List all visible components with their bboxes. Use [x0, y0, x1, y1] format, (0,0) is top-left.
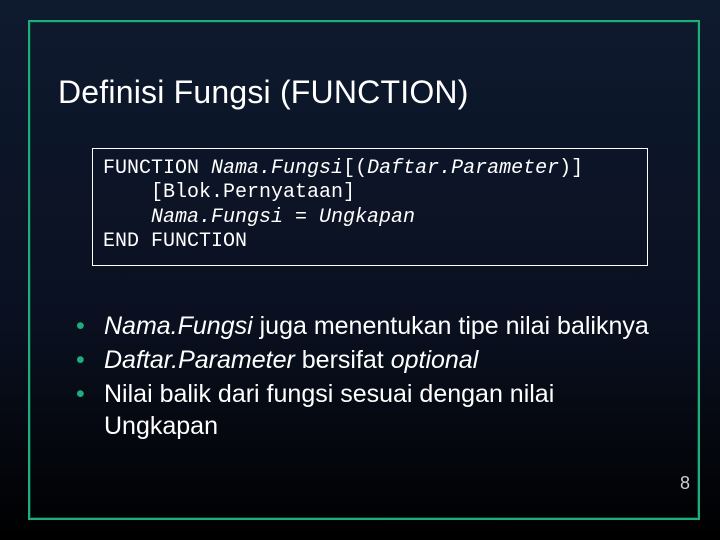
- syntax-box: FUNCTION Nama.Fungsi[(Daftar.Parameter)]…: [92, 148, 648, 266]
- bullet-3: Nilai balik dari fungsi sesuai dengan ni…: [74, 378, 660, 442]
- code-line2: [Blok.Pernyataan]: [103, 181, 355, 204]
- code-params-open: [(: [343, 157, 367, 180]
- bullet-3-text: Nilai balik dari fungsi sesuai dengan ni…: [104, 380, 554, 440]
- kw-function: FUNCTION: [103, 157, 211, 180]
- bullet-2-mid: bersifat: [295, 346, 391, 374]
- code-nama-fungsi: Nama.Fungsi: [211, 157, 343, 180]
- bullet-2-em2: optional: [391, 346, 479, 374]
- code-line3-nama: Nama.Fungsi = Ungkapan: [151, 206, 415, 229]
- code-line3-prefix: [103, 206, 151, 229]
- bullet-2: Daftar.Parameter bersifat optional: [74, 344, 660, 376]
- bullet-list: Nama.Fungsi juga menentukan tipe nilai b…: [74, 310, 660, 444]
- code-daftar-parameter: Daftar.Parameter: [367, 157, 559, 180]
- bullet-2-em1: Daftar.Parameter: [104, 346, 295, 374]
- slide-title: Definisi Fungsi (FUNCTION): [58, 74, 469, 111]
- kw-end-function: END FUNCTION: [103, 230, 247, 253]
- bullet-1: Nama.Fungsi juga menentukan tipe nilai b…: [74, 310, 660, 342]
- bullet-1-text: juga menentukan tipe nilai baliknya: [253, 312, 649, 340]
- code-params-close: )]: [559, 157, 583, 180]
- page-number: 8: [680, 473, 690, 494]
- bullet-1-em: Nama.Fungsi: [104, 312, 253, 340]
